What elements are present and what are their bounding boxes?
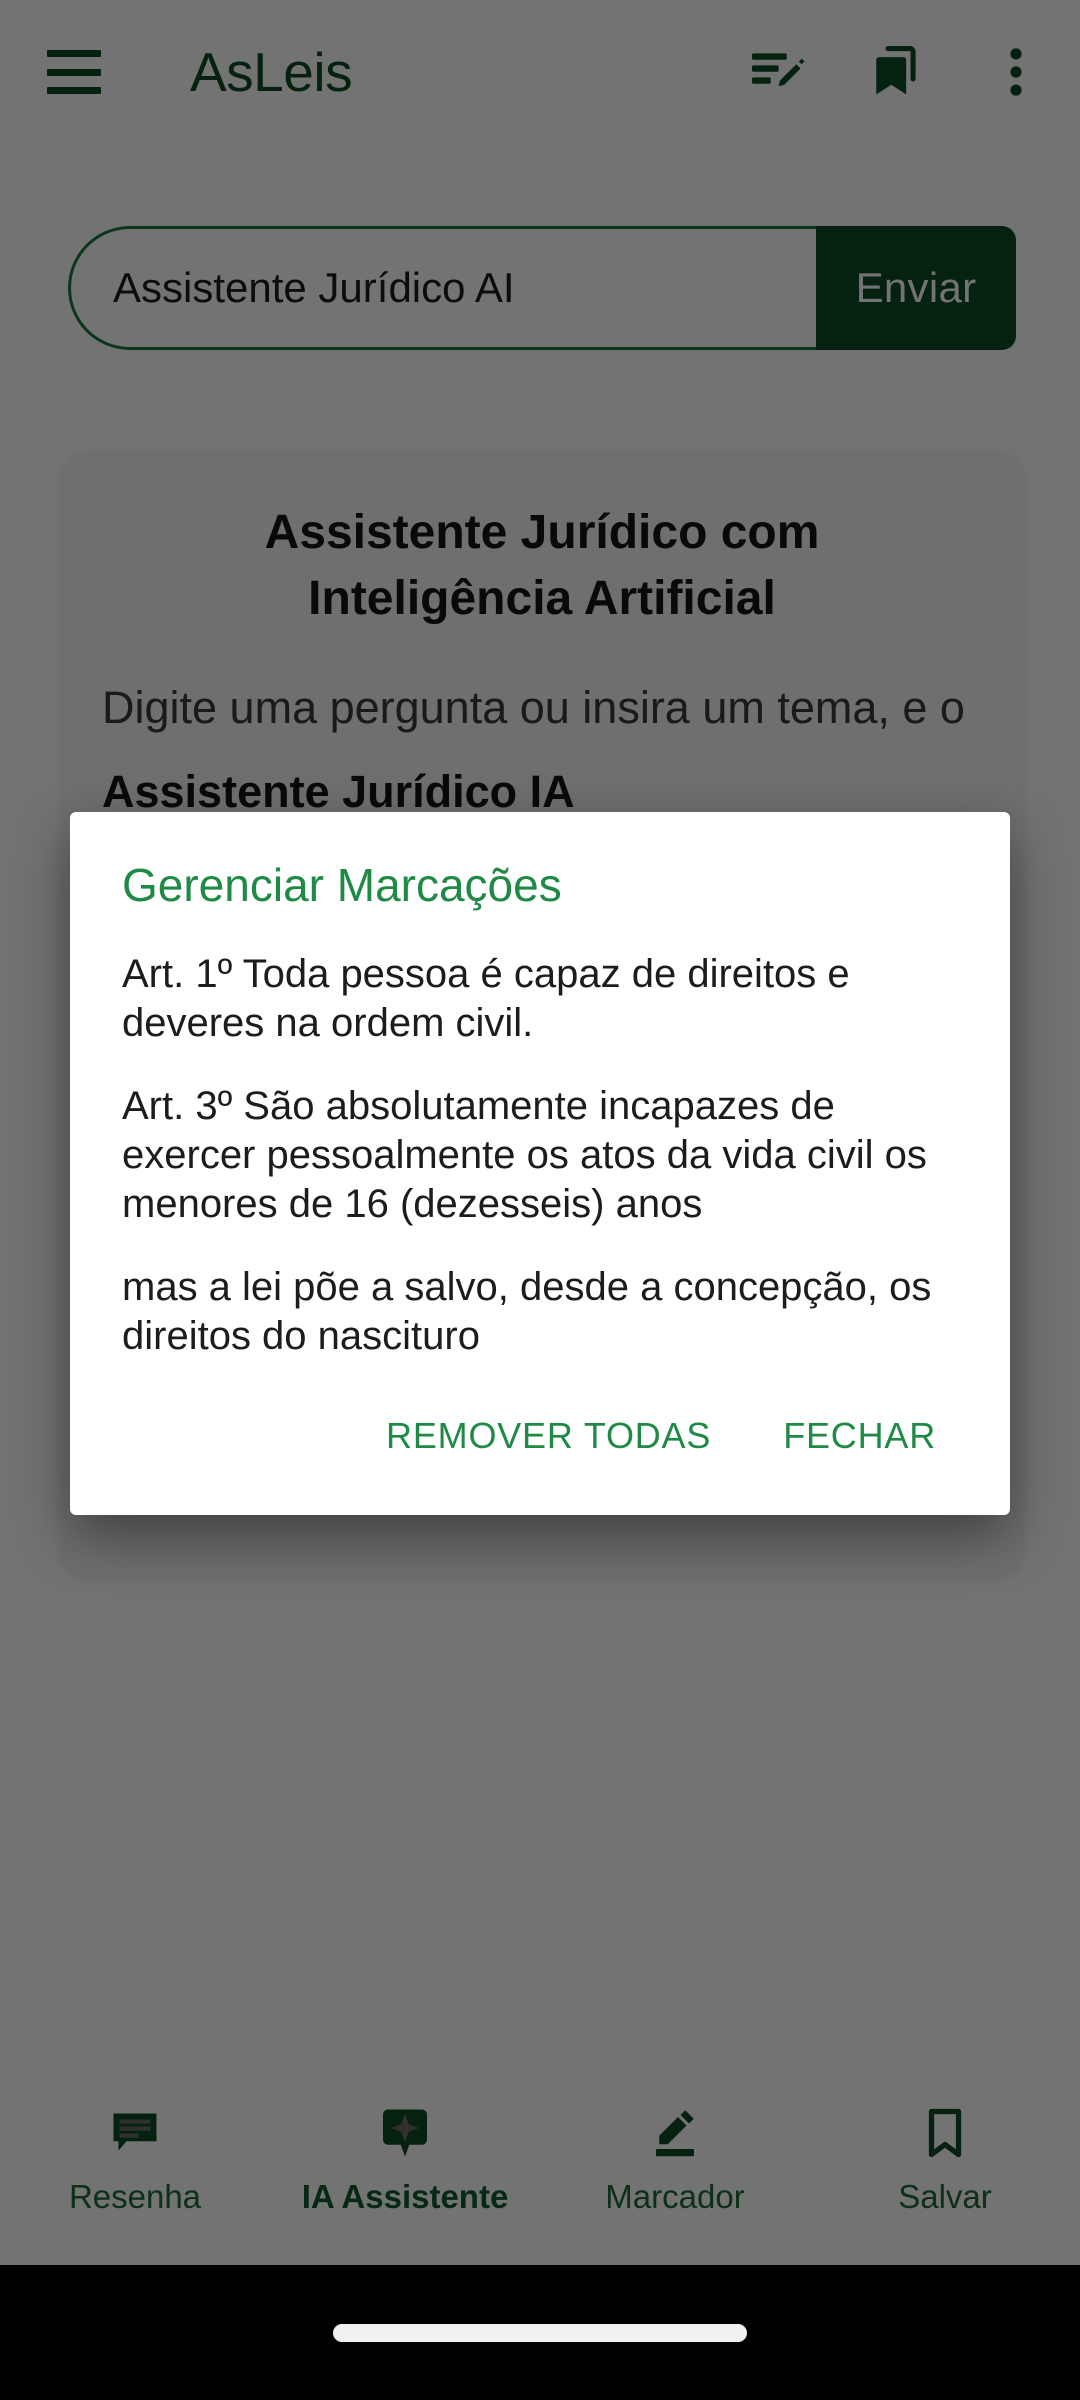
- system-gesture-area: [0, 2265, 1080, 2400]
- bookmark-list: Art. 1º Toda pessoa é capaz de direitos …: [122, 950, 958, 1361]
- list-item[interactable]: Art. 3º São absolutamente incapazes de e…: [122, 1082, 958, 1229]
- close-button[interactable]: FECHAR: [761, 1401, 958, 1471]
- list-item[interactable]: Art. 1º Toda pessoa é capaz de direitos …: [122, 950, 958, 1048]
- dialog-actions: REMOVER TODAS FECHAR: [122, 1401, 958, 1471]
- manage-bookmarks-dialog: Gerenciar Marcações Art. 1º Toda pessoa …: [70, 812, 1010, 1515]
- list-item[interactable]: mas a lei põe a salvo, desde a concepção…: [122, 1263, 958, 1361]
- app-screen: AsLeis: [0, 0, 1080, 2400]
- remove-all-button[interactable]: REMOVER TODAS: [364, 1401, 733, 1471]
- dialog-title: Gerenciar Marcações: [122, 859, 562, 911]
- gesture-home-bar[interactable]: [333, 2323, 747, 2342]
